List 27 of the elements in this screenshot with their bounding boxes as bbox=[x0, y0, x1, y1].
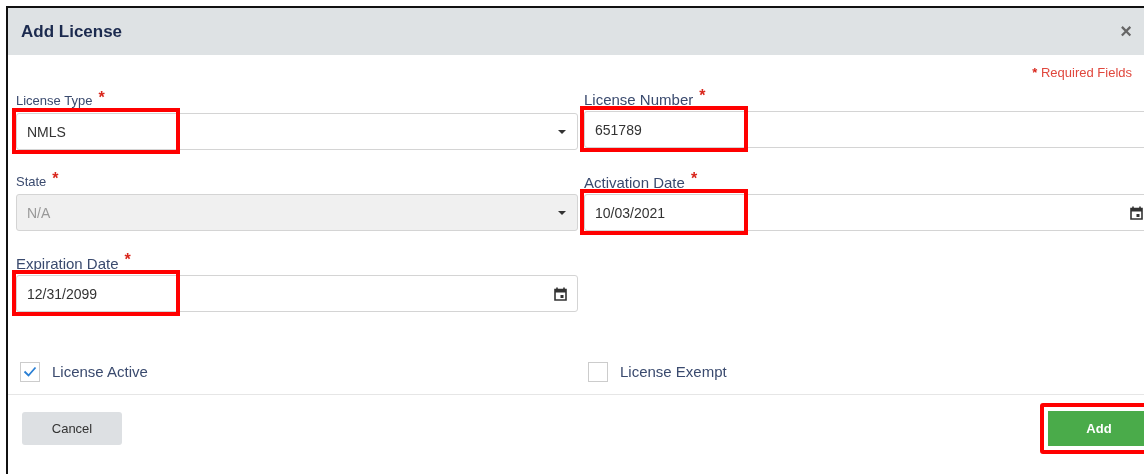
field-label: Expiration Date bbox=[16, 254, 119, 272]
required-mark: * bbox=[690, 170, 698, 188]
dropdown-field[interactable]: NMLS bbox=[16, 113, 578, 150]
required-mark: * bbox=[52, 170, 59, 188]
calendar-icon bbox=[554, 286, 567, 301]
date-field[interactable]: 10/03/2021 bbox=[584, 194, 1144, 231]
field-label: License Type bbox=[16, 92, 93, 108]
required-mark: * bbox=[699, 87, 706, 105]
close-button[interactable]: × bbox=[1116, 20, 1136, 43]
field-label: Activation Date bbox=[584, 173, 685, 191]
input-field[interactable]: 651789 bbox=[584, 111, 1144, 148]
required-mark: * bbox=[98, 89, 105, 107]
checkmark-icon bbox=[23, 366, 37, 377]
checkbox[interactable] bbox=[588, 361, 608, 382]
required-mark: * bbox=[124, 251, 131, 269]
caret-icon bbox=[557, 128, 567, 135]
checkbox[interactable] bbox=[20, 361, 40, 382]
field-label: License Number bbox=[584, 90, 694, 108]
checkbox-label: License Active bbox=[52, 363, 148, 380]
dialog-title: Add License bbox=[21, 21, 123, 42]
field-label: State bbox=[16, 173, 47, 189]
checkbox-label: License Exempt bbox=[620, 363, 727, 380]
cancel-button[interactable]: Cancel bbox=[22, 412, 122, 445]
date-field[interactable]: 12/31/2099 bbox=[16, 275, 578, 312]
caret-icon bbox=[557, 209, 567, 216]
calendar-icon bbox=[1130, 205, 1143, 220]
required-fields-note: * Required Fields bbox=[1032, 65, 1132, 82]
